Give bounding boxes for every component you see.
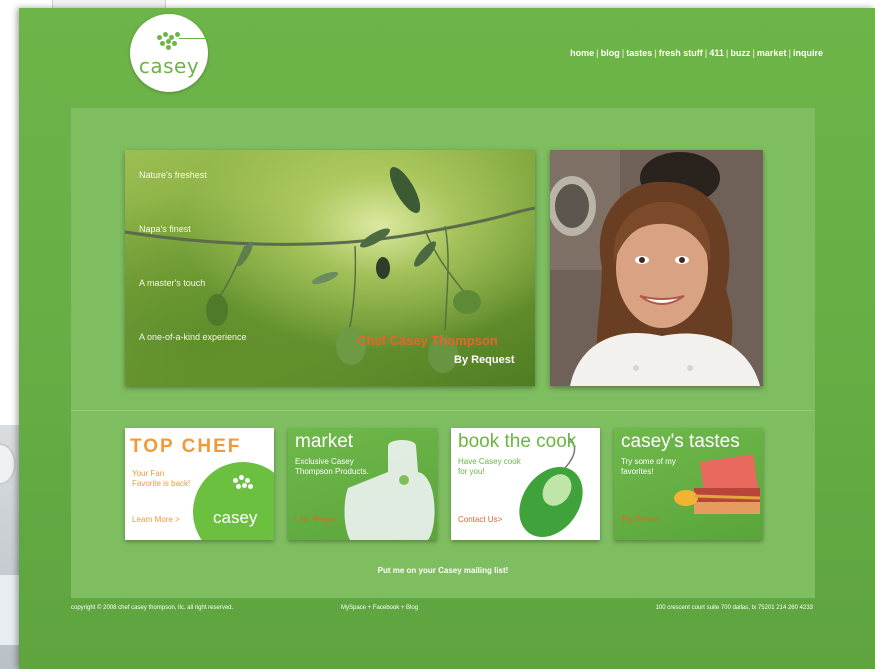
casey-logo[interactable]: casey (130, 14, 209, 92)
card-caseys-tastes[interactable]: casey's tastes Try some of my favorites!… (614, 428, 763, 540)
social-links[interactable]: MySpace + Facebook + Blog (341, 605, 418, 611)
background-window-strip (0, 575, 20, 645)
nav-market[interactable]: market (757, 48, 787, 58)
nav-buzz[interactable]: buzz (730, 48, 750, 58)
book-the-cook-title: book the cook (458, 431, 577, 452)
card-top-chef[interactable]: TOP CHEF Your Fan Favorite is back! case… (125, 428, 274, 540)
panel-divider (71, 410, 815, 411)
hero-tagline-1: Nature's freshest (139, 170, 207, 180)
book-the-cook-desc: Have Casey cook for you! (458, 457, 521, 476)
background-window-knob (0, 443, 16, 485)
address-text: 100 crescent court suite 700 dallas, tx … (655, 605, 813, 611)
hero-by-request: By Request (454, 354, 515, 366)
nav-inquire[interactable]: inquire (793, 48, 823, 58)
market-title: market (295, 431, 354, 452)
nav-tastes[interactable]: tastes (626, 48, 652, 58)
olive-branch-illustration (125, 167, 535, 373)
content-panel: Nature's freshest Napa's finest A master… (71, 108, 815, 598)
nav-home[interactable]: home (570, 48, 594, 58)
hero-olive-banner: Nature's freshest Napa's finest A master… (125, 150, 535, 386)
grape-cluster-icon (155, 32, 209, 50)
card-market[interactable]: market Exclusive Casey Thompson Products… (288, 428, 437, 540)
caseys-tastes-title: casey's tastes (621, 431, 740, 452)
nav-fresh-stuff[interactable]: fresh stuff (659, 48, 703, 58)
chef-portrait-illustration (550, 150, 763, 386)
hero-tagline-3: A master's touch (139, 278, 206, 288)
top-chef-green-circle (193, 462, 274, 540)
grape-cluster-icon (231, 475, 257, 493)
market-desc: Exclusive Casey Thompson Products. (295, 457, 369, 476)
main-navigation: home | blog | tastes | fresh stuff | 411 | buzz | ma… (570, 48, 823, 58)
copyright-text: copyright © 2008 chef casey thompson, ll… (71, 605, 234, 611)
book-the-cook-contact-link[interactable]: Contact Us> (458, 515, 502, 524)
chef-portrait-photo (550, 150, 763, 386)
mailing-list-link[interactable]: Put me on your Casey mailing list! (71, 566, 815, 575)
caseys-tastes-desc: Try some of my favorites! (621, 457, 676, 476)
market-shop-link[interactable]: Lets Shop> (295, 515, 336, 524)
top-chef-casey-logo: casey (213, 508, 258, 527)
caseys-tastes-try-link[interactable]: Try Them> (621, 515, 659, 524)
top-chef-title: TOP CHEF (130, 436, 242, 457)
hero-tagline-4: A one-of-a-kind experience (139, 332, 247, 342)
nav-blog[interactable]: blog (601, 48, 620, 58)
website-page: casey home | blog | tastes | fresh stuff | 411 | b… (19, 8, 875, 669)
logo-wordmark: casey (138, 54, 200, 78)
card-book-the-cook[interactable]: book the cook Have Casey cook for you! C… (451, 428, 600, 540)
hero-chef-name: Chef Casey Thompson (357, 333, 498, 348)
hero-tagline-2: Napa's finest (139, 224, 191, 234)
nav-411[interactable]: 411 (709, 48, 724, 58)
top-chef-learn-more-link[interactable]: Learn More > (132, 515, 180, 524)
top-chef-desc: Your Fan Favorite is back! (132, 469, 191, 488)
